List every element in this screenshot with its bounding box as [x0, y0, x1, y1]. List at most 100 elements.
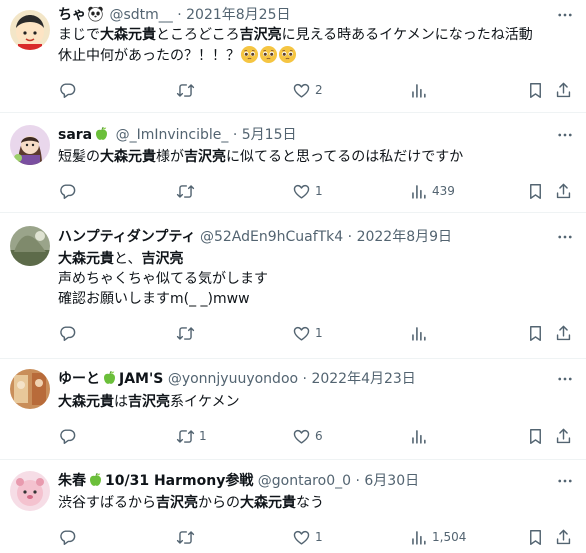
separator: · [347, 229, 353, 245]
avatar[interactable] [10, 369, 50, 409]
views-icon [409, 182, 428, 201]
retweet-icon [176, 427, 195, 446]
highlight-keyword: 吉沢亮 [239, 27, 282, 43]
text-segment: からの [198, 495, 240, 511]
more-icon[interactable] [556, 370, 574, 388]
retweet-count: 1 [199, 429, 207, 443]
timestamp[interactable]: 2022年4月23日 [311, 371, 415, 387]
share-button[interactable] [554, 79, 573, 101]
tweet-header: ハンプティダンプティ @52AdEn9hCuafTk4 · 2022年8月9日 [58, 227, 574, 247]
like-count: 1 [315, 530, 323, 544]
bookmark-button[interactable] [526, 180, 545, 202]
display-name-suffix[interactable]: 10/31 Harmony参戦 [105, 473, 253, 489]
share-icon [554, 528, 573, 547]
retweet-icon [176, 528, 195, 547]
avatar[interactable] [10, 125, 50, 165]
separator: · [355, 473, 360, 489]
views-button[interactable] [409, 79, 432, 101]
like-button[interactable]: 2 [292, 79, 323, 101]
timestamp[interactable]: 2021年8月25日 [186, 7, 290, 23]
reply-icon [58, 427, 77, 446]
tweet[interactable]: ちゃ @sdtm__ · 2021年8月25日 まじで大森元貴ところどころ吉沢亮… [0, 0, 586, 113]
heart-icon [292, 427, 311, 446]
reply-button[interactable] [58, 79, 81, 101]
text-segment: 声めちゃくちゃ似てる気がします [58, 271, 268, 287]
text-segment: に見える時あるイケメンになったね活動 [281, 27, 533, 43]
display-name[interactable]: ゆーと [58, 371, 100, 387]
like-button[interactable]: 1 [292, 526, 323, 548]
reply-button[interactable] [58, 526, 81, 548]
bookmark-button[interactable] [526, 322, 545, 344]
view-count: 1,504 [432, 530, 467, 544]
bookmark-button[interactable] [526, 79, 545, 101]
like-count: 1 [315, 184, 323, 198]
display-name[interactable]: ハンプティダンプティ [58, 229, 195, 245]
like-count: 1 [315, 326, 323, 340]
retweet-button[interactable] [176, 322, 199, 344]
timestamp[interactable]: 6月30日 [364, 473, 419, 489]
views-button[interactable] [409, 322, 432, 344]
avatar[interactable] [10, 471, 50, 511]
bookmark-button[interactable] [526, 526, 545, 548]
tweet[interactable]: 朱春 10/31 Harmony参戦 @gontaro0_0 · 6月30日 渋谷… [0, 460, 586, 553]
tweet-text: 大森元貴と、吉沢亮 声めちゃくちゃ似てる気がします 確認お願いしますm(_ _)… [58, 249, 572, 309]
share-icon [554, 182, 573, 201]
retweet-button[interactable] [176, 79, 199, 101]
reply-icon [58, 324, 77, 343]
reply-button[interactable] [58, 425, 81, 447]
avatar[interactable] [10, 10, 50, 50]
handle[interactable]: @gontaro0_0 [258, 473, 351, 489]
tweet[interactable]: ゆーと JAM'S @yonnjyuuyondoo · 2022年4月23日 大森… [0, 359, 586, 460]
retweet-icon [176, 324, 195, 343]
text-segment: は [114, 394, 128, 410]
tweet[interactable]: ハンプティダンプティ @52AdEn9hCuafTk4 · 2022年8月9日 … [0, 213, 586, 359]
bookmark-icon [526, 324, 545, 343]
share-button[interactable] [554, 526, 573, 548]
views-icon [409, 324, 428, 343]
display-name[interactable]: sara [58, 127, 92, 143]
like-button[interactable]: 6 [292, 425, 323, 447]
tweet-text: まじで大森元貴ところどころ吉沢亮に見える時あるイケメンになったね活動 休止中何が… [58, 25, 572, 66]
more-icon[interactable] [556, 472, 574, 490]
views-icon [409, 528, 428, 547]
views-button[interactable]: 1,504 [409, 526, 466, 548]
retweet-button[interactable] [176, 526, 199, 548]
text-segment: と、 [114, 251, 142, 267]
handle[interactable]: @sdtm__ [109, 7, 172, 23]
more-icon[interactable] [556, 228, 574, 246]
action-bar: 1 6 [58, 425, 568, 447]
retweet-button[interactable]: 1 [176, 425, 207, 447]
text-segment: 休止中何があったの？！！？ [58, 48, 240, 64]
retweet-button[interactable] [176, 180, 199, 202]
text-segment: に似てると思ってるのは私だけですか [226, 149, 464, 165]
pleading-face-emoji-icon [259, 45, 278, 64]
display-name[interactable]: ちゃ [58, 7, 86, 23]
green-apple-emoji-icon [87, 471, 104, 488]
handle[interactable]: @_ImInvincible_ [116, 127, 229, 143]
handle[interactable]: @52AdEn9hCuafTk4 [200, 229, 343, 245]
display-name[interactable]: 朱春 [58, 473, 86, 489]
highlight-keyword: 大森元貴 [58, 394, 114, 410]
more-icon[interactable] [556, 6, 574, 24]
handle[interactable]: @yonnjyuuyondoo [168, 371, 298, 387]
share-button[interactable] [554, 322, 573, 344]
heart-icon [292, 324, 311, 343]
timestamp[interactable]: 5月15日 [242, 127, 297, 143]
views-button[interactable] [409, 425, 432, 447]
tweet[interactable]: sara @_ImInvincible_ · 5月15日 短髪の大森元貴様が吉沢… [0, 113, 586, 213]
reply-button[interactable] [58, 322, 81, 344]
share-button[interactable] [554, 180, 573, 202]
like-button[interactable]: 1 [292, 322, 323, 344]
like-button[interactable]: 1 [292, 180, 323, 202]
highlight-keyword: 吉沢亮 [141, 251, 184, 267]
share-button[interactable] [554, 425, 573, 447]
bookmark-button[interactable] [526, 425, 545, 447]
views-button[interactable]: 439 [409, 180, 455, 202]
bookmark-icon [526, 427, 545, 446]
pleading-face-emoji-icon [240, 45, 259, 64]
display-name-suffix[interactable]: JAM'S [119, 371, 163, 387]
avatar[interactable] [10, 226, 50, 266]
timestamp[interactable]: 2022年8月9日 [357, 229, 452, 245]
reply-button[interactable] [58, 180, 81, 202]
more-icon[interactable] [556, 126, 574, 144]
